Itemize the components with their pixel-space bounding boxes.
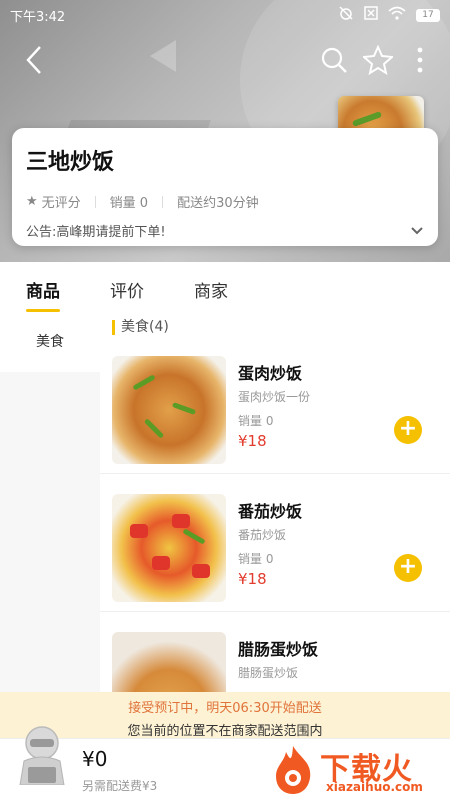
dish-price: ¥18	[238, 570, 267, 588]
rating-star-icon: ★	[26, 194, 38, 209]
list-item[interactable]: 蛋肉炒饭 蛋肉炒饭一份 销量 0 ¥18 +	[100, 346, 450, 474]
dish-sales: 销量 0	[238, 414, 274, 428]
dish-name: 腊肠蛋炒饭	[238, 640, 319, 659]
shop-notice-text: 公告:高峰期请提前下单!	[26, 225, 166, 240]
dish-name: 蛋肉炒饭	[238, 364, 303, 383]
flame-icon	[276, 746, 311, 794]
shop-rating: 无评分	[41, 196, 81, 211]
shop-sales: 销量 0	[109, 196, 149, 211]
section-title: 美食(4)	[112, 320, 169, 335]
tab-products[interactable]: 商品	[26, 277, 60, 312]
battery-icon: 17	[416, 8, 440, 22]
chevron-down-icon	[411, 226, 423, 234]
dish-image	[112, 494, 226, 602]
tab-merchant[interactable]: 商家	[194, 277, 228, 312]
dish-list: 美食(4) 蛋肉炒饭 蛋肉炒饭一份 销量 0 ¥18 + 番茄炒饭 番茄炒饭 销…	[100, 312, 450, 740]
star-icon	[363, 45, 393, 75]
list-item[interactable]: 番茄炒饭 番茄炒饭 销量 0 ¥18 +	[100, 484, 450, 612]
add-icon: +	[398, 416, 418, 441]
shop-name: 三地炒饭	[26, 150, 115, 175]
add-icon: +	[398, 554, 418, 579]
tab-reviews[interactable]: 评价	[110, 277, 144, 312]
preorder-notice: 接受预订中，明天06:30开始配送	[128, 701, 322, 716]
back-button[interactable]	[18, 44, 50, 76]
category-item-food[interactable]: 美食	[0, 312, 100, 372]
sim-icon	[364, 6, 378, 24]
dish-sales: 销量 0	[238, 552, 274, 566]
add-to-cart-button[interactable]: +	[394, 554, 422, 582]
add-to-cart-button[interactable]: +	[394, 416, 422, 444]
more-icon	[417, 47, 423, 73]
wifi-icon	[388, 6, 406, 24]
shop-info-card: 三地炒饭 ★ 无评分 销量 0 配送约30分钟 公告:高峰期请提前下单!	[12, 128, 438, 246]
shop-delivery-time: 配送约30分钟	[177, 196, 259, 211]
shop-tabs: 商品 评价 商家	[0, 262, 450, 312]
cart-total: ¥0	[82, 747, 108, 771]
favorite-button[interactable]	[362, 44, 394, 76]
dish-name: 番茄炒饭	[238, 502, 303, 521]
dish-image	[112, 356, 226, 464]
dish-description: 番茄炒饭	[238, 528, 287, 542]
cart-icon[interactable]	[14, 715, 70, 786]
shop-meta: ★ 无评分 销量 0 配送约30分钟	[26, 192, 424, 211]
shop-notice[interactable]: 公告:高峰期请提前下单!	[26, 221, 424, 240]
back-icon	[26, 46, 41, 74]
status-time: 下午3:42	[10, 9, 66, 25]
more-button[interactable]	[404, 44, 436, 76]
watermark-logo: 下载火 xiazaihuo.com	[262, 738, 450, 800]
dish-description: 蛋肉炒饭一份	[238, 390, 311, 404]
search-icon	[321, 47, 347, 73]
delivery-fee: 另需配送费¥3	[82, 779, 158, 793]
dish-price: ¥18	[238, 432, 267, 450]
dish-description: 腊肠蛋炒饭	[238, 666, 299, 680]
alarm-icon	[338, 5, 354, 25]
watermark-url: xiazaihuo.com	[326, 780, 423, 794]
status-bar: 下午3:42 17	[0, 0, 450, 30]
search-button[interactable]	[318, 44, 350, 76]
